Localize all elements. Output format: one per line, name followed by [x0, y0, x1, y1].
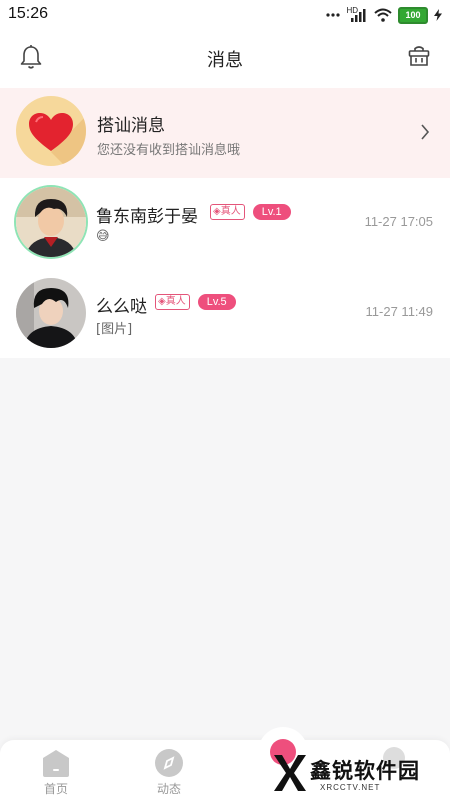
- level-badge: Lv.5: [197, 294, 236, 310]
- pickup-subtitle: 您还没有收到搭讪消息哦: [97, 143, 241, 158]
- verified-label: 真人: [220, 206, 241, 217]
- conversation-item[interactable]: 鲁东南彭于晏 ◈真人 Lv.1 11-27 17:05 😅: [0, 178, 450, 268]
- page-title: 消息: [207, 50, 243, 71]
- status-time: 15:26: [8, 5, 49, 22]
- contact-badges: ◈真人 Lv.1: [210, 204, 291, 220]
- contact-badges: ◈真人 Lv.5: [155, 294, 236, 310]
- shop-basket-icon[interactable]: [408, 45, 430, 71]
- heart-icon: [29, 113, 86, 166]
- home-icon: [43, 750, 69, 777]
- chevron-right-icon: [420, 124, 430, 144]
- nav-item-home[interactable]: 首页: [26, 748, 86, 797]
- avatar[interactable]: [16, 278, 86, 348]
- conversation-list: 鲁东南彭于晏 ◈真人 Lv.1 11-27 17:05 😅 么么哒 ◈真人 Lv…: [0, 178, 450, 358]
- nav-label: 首页: [43, 782, 68, 796]
- watermark-title: 鑫锐软件园: [310, 759, 420, 783]
- status-bar: 15:26 HD 100: [0, 0, 450, 30]
- message-time: 11-27 17:05: [364, 214, 433, 229]
- pickup-messages-entry[interactable]: 搭讪消息 您还没有收到搭讪消息哦: [0, 88, 450, 178]
- shield-icon: ◈: [158, 296, 166, 307]
- message-preview: [图片]: [96, 322, 133, 337]
- watermark-subtitle: XRCCTV.NET: [320, 783, 381, 792]
- dots-icon: [326, 13, 341, 17]
- status-icons: HD 100: [326, 6, 442, 24]
- level-badge: Lv.1: [252, 204, 291, 220]
- contact-name: 鲁东南彭于晏: [96, 207, 198, 227]
- compass-icon: [155, 749, 183, 777]
- verified-badge: ◈真人: [210, 204, 245, 220]
- nav-label: 动态: [156, 782, 181, 796]
- pickup-avatar: [16, 96, 86, 166]
- charging-icon: [434, 9, 442, 21]
- message-time: 11-27 11:49: [365, 304, 433, 319]
- conversation-item[interactable]: 么么哒 ◈真人 Lv.5 11-27 11:49 [图片]: [0, 268, 450, 358]
- pickup-title: 搭讪消息: [97, 116, 165, 136]
- shield-icon: ◈: [213, 206, 221, 217]
- wifi-icon: [374, 8, 392, 22]
- avatar[interactable]: [16, 187, 86, 257]
- nav-item-feed[interactable]: 动态: [139, 748, 199, 797]
- watermark: 鑫锐软件园 XRCCTV.NET: [268, 745, 450, 800]
- contact-name: 么么哒: [96, 297, 147, 317]
- message-preview: 😅: [96, 229, 110, 244]
- verified-badge: ◈真人: [155, 294, 190, 310]
- header: 消息: [0, 30, 450, 88]
- verified-label: 真人: [165, 296, 186, 307]
- network-label: HD: [346, 5, 358, 15]
- watermark-logo-icon: [274, 755, 306, 791]
- battery-indicator: 100: [398, 6, 428, 24]
